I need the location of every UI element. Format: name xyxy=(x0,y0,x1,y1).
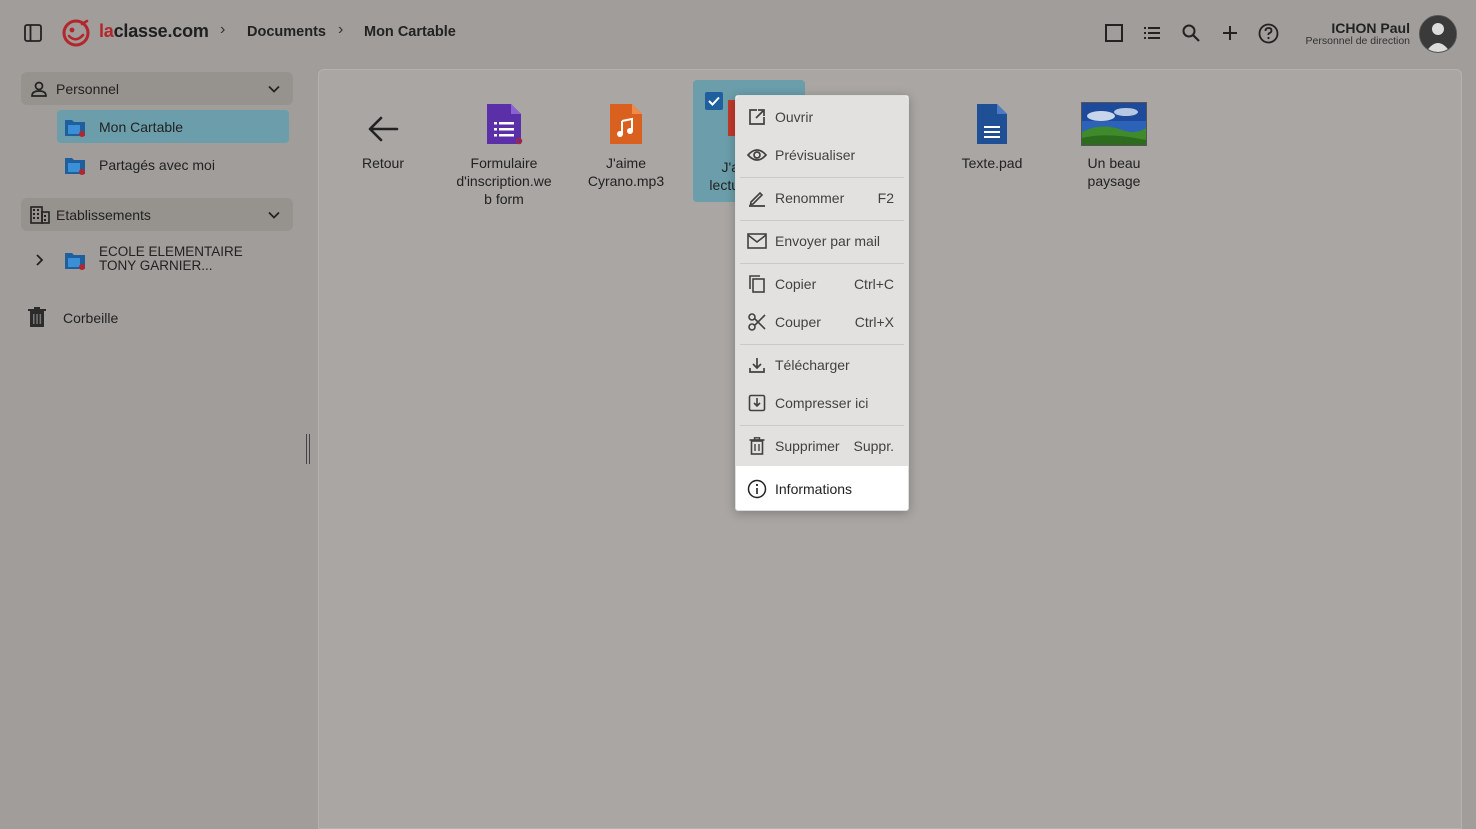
file-name: Formulaire d'inscription.web form xyxy=(456,155,552,207)
menu-item-label: Télécharger xyxy=(775,357,850,373)
image-icon xyxy=(1064,100,1164,146)
user-role: Personnel de direction xyxy=(1305,35,1410,47)
sidebar-item-label: Mon Cartable xyxy=(99,119,184,135)
file-item-formulaire[interactable]: Formulaire d'inscription.web form xyxy=(454,100,554,208)
menu-item-rename[interactable]: Renommer F2 xyxy=(736,180,908,216)
menu-item-info[interactable]: Informations xyxy=(736,471,908,507)
menu-divider xyxy=(740,425,904,426)
file-item-jaime-cyrano[interactable]: J'aime Cyrano.mp3 xyxy=(576,100,676,190)
checkbox-checked-icon[interactable] xyxy=(705,92,723,110)
menu-item-label: Copier xyxy=(775,276,817,292)
context-menu: Ouvrir Prévisualiser Renommer F2 Envoyer… xyxy=(735,95,909,511)
sidebar-item-partages[interactable]: Partagés avec moi xyxy=(57,148,289,181)
menu-item-label: Couper xyxy=(775,314,821,330)
trash-icon xyxy=(747,436,767,456)
menu-item-cut[interactable]: Couper Ctrl+X xyxy=(736,304,908,340)
breadcrumb-chevron-icon: › xyxy=(338,21,344,38)
breadcrumb-chevron-icon: › xyxy=(220,21,226,38)
menu-divider xyxy=(740,263,904,264)
file-name: Un beau paysage xyxy=(1087,155,1141,189)
audio-icon xyxy=(576,100,676,146)
chevron-right-icon[interactable] xyxy=(34,253,46,272)
copy-icon xyxy=(747,274,767,294)
sidebar-item-ecole[interactable]: ECOLE ELEMENTAIRE TONY GARNIER... xyxy=(30,244,290,278)
add-icon[interactable] xyxy=(1219,22,1241,44)
menu-item-download[interactable]: Télécharger xyxy=(736,347,908,383)
chevron-down-icon[interactable] xyxy=(267,82,281,101)
chevron-down-icon[interactable] xyxy=(267,208,281,227)
list-view-icon[interactable] xyxy=(1141,22,1163,44)
help-icon[interactable] xyxy=(1257,22,1279,44)
sidebar-item-corbeille[interactable]: Corbeille xyxy=(26,304,226,332)
file-item-retour[interactable]: Retour xyxy=(333,100,433,172)
breadcrumb-mon-cartable[interactable]: Mon Cartable xyxy=(364,24,456,40)
menu-item-label: Prévisualiser xyxy=(775,147,856,163)
open-external-icon xyxy=(747,107,767,127)
sidebar-item-label: Corbeille xyxy=(63,310,119,326)
menu-divider xyxy=(740,344,904,345)
menu-divider xyxy=(740,220,904,221)
menu-item-label: Informations xyxy=(775,481,853,497)
form-icon xyxy=(454,100,554,146)
logo-icon[interactable] xyxy=(60,17,92,49)
breadcrumb-documents[interactable]: Documents xyxy=(247,24,326,40)
menu-item-label: Compresser ici xyxy=(775,395,869,411)
building-icon xyxy=(30,206,50,229)
pencil-icon xyxy=(747,188,767,208)
ecole-name-line1: ECOLE ELEMENTAIRE xyxy=(99,244,243,259)
menu-item-mail[interactable]: Envoyer par mail xyxy=(736,223,908,259)
document-icon xyxy=(942,100,1042,146)
menu-item-label: Supprimer xyxy=(775,438,840,454)
sidebar-item-mon-cartable[interactable]: Mon Cartable xyxy=(57,110,289,143)
sidebar-item-label: ECOLE ELEMENTAIRE TONY GARNIER... xyxy=(99,245,243,273)
user-name[interactable]: ICHON Paul xyxy=(1331,20,1410,36)
section-personnel-label: Personnel xyxy=(56,81,120,97)
mail-icon xyxy=(747,231,767,251)
section-etablissements-label: Etablissements xyxy=(56,207,151,223)
grid-view-icon[interactable] xyxy=(1103,22,1125,44)
menu-item-label: Ouvrir xyxy=(775,109,814,125)
file-name: J'aime Cyrano.mp3 xyxy=(587,155,665,189)
app-name[interactable]: laclasse.com xyxy=(99,21,209,42)
file-name: J'a lectu xyxy=(709,159,739,193)
ecole-name-line2: TONY GARNIER... xyxy=(99,258,213,273)
file-item-paysage[interactable]: Un beau paysage xyxy=(1064,100,1164,190)
sidebar-resize-handle[interactable] xyxy=(306,434,310,464)
menu-item-shortcut: F2 xyxy=(877,190,894,206)
menu-item-shortcut: Suppr. xyxy=(853,438,894,454)
trash-icon xyxy=(26,306,48,333)
archive-icon xyxy=(747,393,767,413)
menu-item-compress[interactable]: Compresser ici xyxy=(736,385,908,421)
menu-item-preview[interactable]: Prévisualiser xyxy=(736,137,908,173)
eye-icon xyxy=(747,145,767,165)
section-personnel[interactable]: Personnel xyxy=(21,72,293,105)
sidebar-item-label: Partagés avec moi xyxy=(99,157,215,173)
menu-item-copy[interactable]: Copier Ctrl+C xyxy=(736,266,908,302)
menu-item-delete[interactable]: Supprimer Suppr. xyxy=(736,428,908,464)
scissors-icon xyxy=(747,312,767,332)
file-name: Texte.pad xyxy=(961,155,1023,171)
menu-item-open[interactable]: Ouvrir xyxy=(736,99,908,135)
menu-item-shortcut: Ctrl+C xyxy=(853,276,894,292)
search-icon[interactable] xyxy=(1180,22,1202,44)
school-folder-icon xyxy=(64,250,86,275)
menu-divider xyxy=(740,177,904,178)
file-name: Retour xyxy=(361,155,405,171)
folder-icon xyxy=(64,117,86,142)
menu-item-shortcut: Ctrl+X xyxy=(854,314,894,330)
info-icon xyxy=(747,479,767,499)
sidebar-toggle-icon[interactable] xyxy=(23,23,43,43)
menu-item-label: Envoyer par mail xyxy=(775,233,881,249)
file-item-texte-pad[interactable]: Texte.pad xyxy=(942,100,1042,172)
download-icon xyxy=(747,355,767,375)
menu-item-label: Renommer xyxy=(775,190,845,206)
sidebar: Personnel Mon Cartable Partagés avec moi… xyxy=(0,66,310,829)
avatar[interactable] xyxy=(1419,15,1457,53)
arrow-left-icon xyxy=(333,100,433,146)
shared-folder-icon xyxy=(64,155,86,180)
user-icon xyxy=(30,80,48,103)
top-bar: laclasse.com › Documents › Mon Cartable … xyxy=(0,0,1476,66)
section-etablissements[interactable]: Etablissements xyxy=(21,198,293,231)
